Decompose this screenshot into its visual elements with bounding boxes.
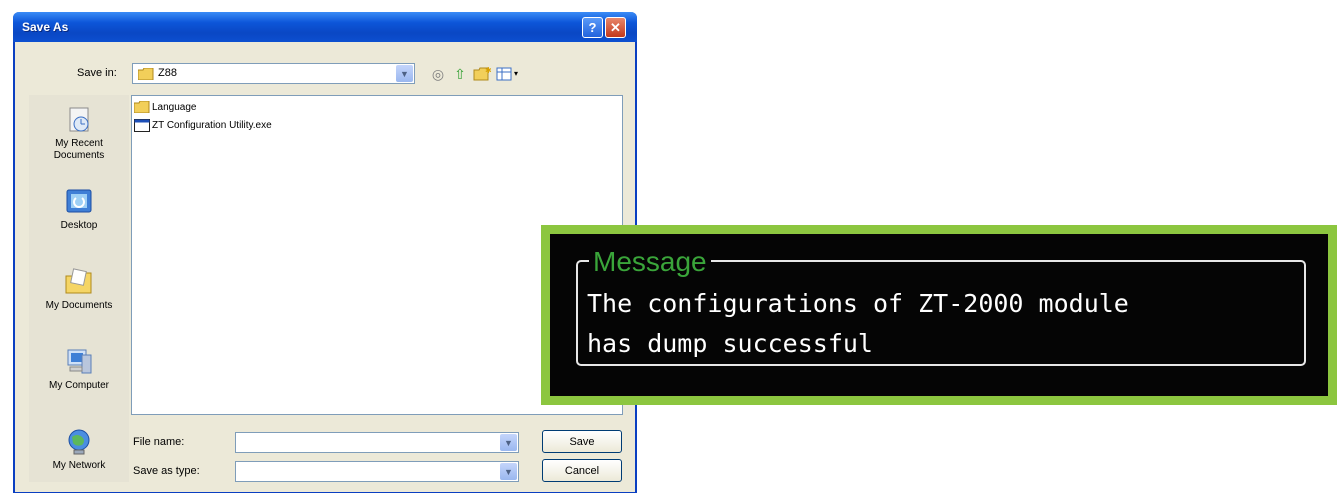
list-item[interactable]: ZT Configuration Utility.exe (134, 119, 272, 132)
back-icon[interactable]: ◎ (429, 65, 447, 83)
place-my-network[interactable]: My Network (29, 427, 129, 472)
my-computer-icon (63, 347, 95, 377)
place-label: My Documents (45, 300, 113, 311)
close-button[interactable]: ✕ (605, 17, 626, 38)
title-bar[interactable]: Save As ? ✕ (13, 12, 637, 42)
my-network-icon (63, 427, 95, 457)
dialog-title: Save As (22, 20, 69, 34)
save-in-value: Z88 (158, 67, 177, 79)
place-my-documents[interactable]: My Documents (29, 267, 129, 312)
desktop-icon (63, 187, 95, 217)
cancel-button[interactable]: Cancel (542, 459, 622, 482)
place-label: Desktop (60, 220, 98, 231)
file-name: Language (152, 101, 197, 113)
chevron-down-icon[interactable]: ▼ (500, 463, 517, 480)
list-item[interactable]: Language (134, 101, 197, 113)
up-folder-icon[interactable]: ⇧ (451, 65, 469, 83)
save-in-label: Save in: (77, 67, 117, 79)
message-text: The configurations of ZT-2000 module has… (587, 289, 1129, 358)
views-menu-icon[interactable]: ▾ (496, 65, 522, 83)
my-documents-icon (63, 267, 95, 297)
file-name: ZT Configuration Utility.exe (152, 120, 272, 131)
file-name-label: File name: (133, 436, 185, 448)
place-label: My Computer (48, 380, 109, 391)
chevron-down-icon[interactable]: ▼ (396, 65, 413, 82)
recent-documents-icon (63, 105, 95, 135)
folder-icon (134, 101, 150, 113)
help-button[interactable]: ? (582, 17, 603, 38)
application-icon (134, 119, 150, 132)
chevron-down-icon[interactable]: ▼ (500, 434, 517, 451)
place-recent-documents[interactable]: My Recent Documents (29, 105, 129, 162)
places-bar: My Recent Documents Desktop My Documents… (29, 95, 129, 482)
place-my-computer[interactable]: My Computer (29, 347, 129, 392)
save-button[interactable]: Save (542, 430, 622, 453)
file-name-field[interactable]: ▼ (235, 432, 519, 453)
folder-icon (138, 68, 154, 80)
place-desktop[interactable]: Desktop (29, 187, 129, 232)
place-label: My Recent Documents (53, 138, 105, 161)
new-folder-icon[interactable]: ✱ (473, 65, 491, 83)
save-in-dropdown[interactable]: Z88 ▼ (132, 63, 415, 84)
message-panel: Message The configurations of ZT-2000 mo… (541, 225, 1337, 405)
save-as-type-dropdown[interactable]: ▼ (235, 461, 519, 482)
message-screen: Message The configurations of ZT-2000 mo… (550, 234, 1328, 396)
save-as-type-label: Save as type: (133, 465, 200, 477)
svg-text:▾: ▾ (514, 69, 518, 78)
message-title: Message (589, 245, 711, 279)
svg-text:✱: ✱ (485, 66, 491, 75)
place-label: My Network (52, 460, 106, 471)
